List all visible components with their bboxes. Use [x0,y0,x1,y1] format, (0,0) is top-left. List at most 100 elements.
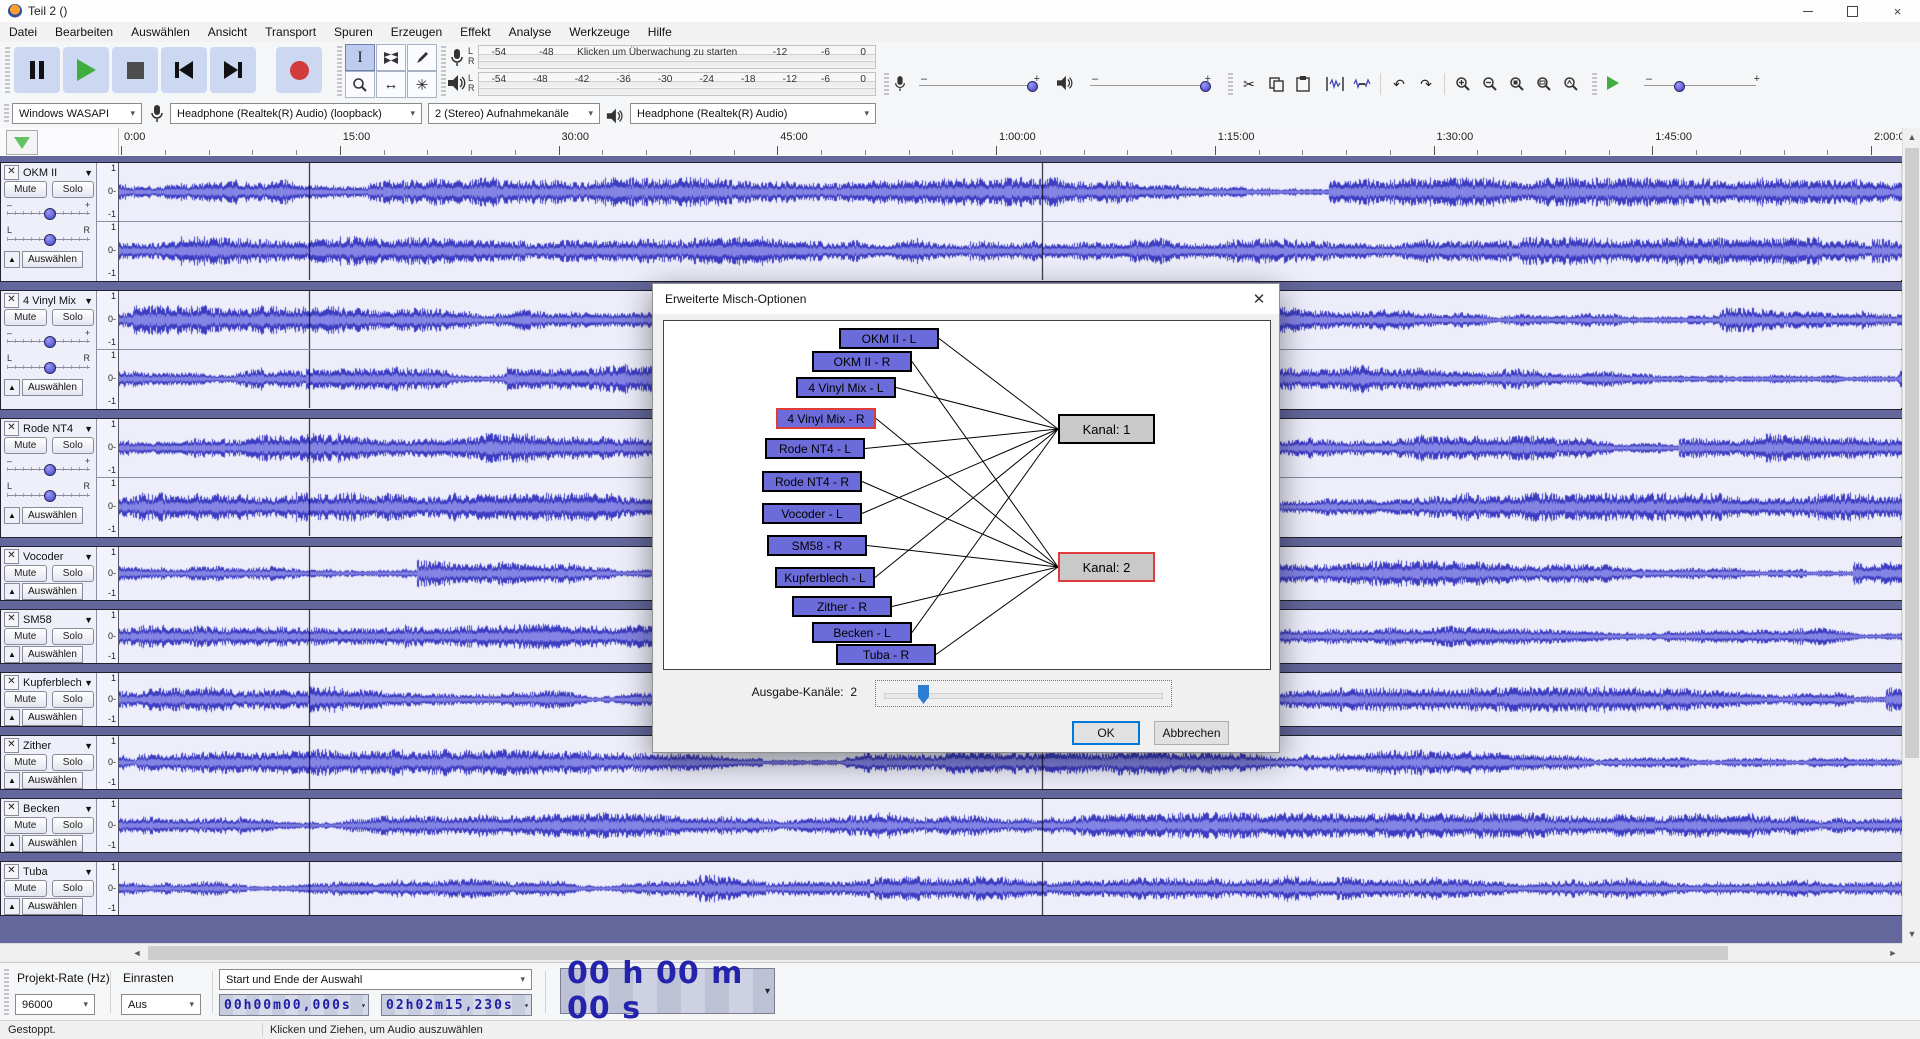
menu-item-hilfe[interactable]: Hilfe [639,23,681,41]
audio-position-display[interactable]: 00 h 00 m 00 s▾ [560,968,775,1014]
audio-host-select[interactable]: Windows WASAPI▾ [12,103,142,124]
vertical-scale-ruler[interactable]: 10--1 [97,547,119,600]
track-close-button[interactable]: ✕ [4,864,19,879]
selection-end-time[interactable]: 02h02m15,230s▾ [381,994,532,1016]
solo-button[interactable]: Solo [52,565,95,582]
collapse-button[interactable]: ▲ [4,898,20,915]
collapse-button[interactable]: ▲ [4,835,20,852]
scroll-down-arrow[interactable]: ▼ [1903,925,1920,943]
slider-thumb[interactable] [44,362,56,374]
slider-thumb[interactable] [44,464,56,476]
mix-source-rode-nt4-r[interactable]: Rode NT4 - R [762,471,862,492]
play-speed-grip[interactable] [1592,73,1597,95]
trim-audio-button[interactable] [1322,71,1348,97]
track-name-menu[interactable]: Vocoder▼ [20,551,96,563]
recording-meter[interactable]: -54-48-12-60Klicken um Überwachung zu st… [478,45,876,69]
zoom-in-button[interactable] [1450,71,1476,97]
waveform-area[interactable] [119,799,1901,852]
pan-slider[interactable]: LR [7,479,90,506]
horizontal-scroll-thumb[interactable] [148,946,1728,960]
record-button[interactable] [276,47,322,93]
collapse-button[interactable]: ▲ [4,379,20,396]
mute-button[interactable]: Mute [4,181,47,198]
device-grip[interactable] [4,104,9,124]
pan-slider[interactable]: LR [7,351,90,378]
close-button[interactable]: × [1875,0,1920,22]
scroll-right-arrow[interactable]: ► [1884,944,1902,962]
play-speed-thumb[interactable] [1674,81,1685,92]
silence-audio-button[interactable] [1349,71,1375,97]
track-close-button[interactable]: ✕ [4,738,19,753]
playback-meter[interactable]: -54-48-42-36-30-24-18-12-60 [478,72,876,96]
solo-button[interactable]: Solo [52,181,95,198]
mix-source-vocoder-l[interactable]: Vocoder - L [762,503,862,524]
project-rate-select[interactable]: 96000▾ [15,994,95,1015]
track-name-menu[interactable]: OKM II▼ [20,167,96,179]
copy-button[interactable] [1263,71,1289,97]
mix-source-rode-nt4-l[interactable]: Rode NT4 - L [765,438,865,459]
select-button[interactable]: Auswählen [22,583,83,600]
collapse-button[interactable]: ▲ [4,772,20,789]
solo-button[interactable]: Solo [52,628,95,645]
scroll-left-arrow[interactable]: ◄ [128,944,146,962]
envelope-tool-button[interactable] [376,44,406,71]
waveform-canvas[interactable] [119,799,1903,852]
select-button[interactable]: Auswählen [22,379,83,396]
vertical-scale-ruler[interactable]: 10--1 [97,736,119,789]
collapse-button[interactable]: ▲ [4,709,20,726]
skip-to-start-button[interactable] [161,47,207,93]
waveform-canvas[interactable] [119,163,1903,221]
redo-button[interactable]: ↷ [1413,71,1439,97]
gain-slider[interactable]: –+ [7,198,90,223]
mix-source-4-vinyl-mix-r[interactable]: 4 Vinyl Mix - R [776,408,876,429]
fit-selection-button[interactable] [1504,71,1530,97]
collapse-button[interactable]: ▲ [4,583,20,600]
track-name-menu[interactable]: Zither▼ [20,740,96,752]
play-at-speed-button[interactable] [1600,72,1626,94]
tools-grip[interactable] [337,46,342,96]
menu-item-datei[interactable]: Datei [0,23,46,41]
mix-output-channel-1[interactable]: Kanal: 1 [1058,414,1155,444]
selection-tool-button[interactable]: I [345,44,375,71]
solo-button[interactable]: Solo [52,309,95,326]
paste-button[interactable] [1290,71,1316,97]
slider-thumb[interactable] [44,336,56,348]
mix-source-okm-ii-l[interactable]: OKM II - L [839,328,939,349]
timeline-ruler[interactable]: 0:0015:0030:0045:001:00:001:15:001:30:00… [0,128,1920,157]
select-button[interactable]: Auswählen [22,898,83,915]
horizontal-scrollbar[interactable]: ◄ ► [0,943,1902,963]
dialog-close-button[interactable]: ✕ [1239,284,1279,314]
collapse-button[interactable]: ▲ [4,507,20,524]
vertical-scale-ruler[interactable]: 10--110--1 [97,419,119,537]
menu-item-ansicht[interactable]: Ansicht [199,23,256,41]
timeshift-tool-button[interactable]: ↔ [376,71,406,98]
waveform-canvas[interactable] [119,222,1903,280]
multi-tool-button[interactable]: ✳ [407,71,437,98]
mix-source-4-vinyl-mix-l[interactable]: 4 Vinyl Mix - L [796,377,896,398]
pinned-playhead-button[interactable] [6,130,38,155]
track-close-button[interactable]: ✕ [4,675,19,690]
snap-to-select[interactable]: Aus▾ [121,994,201,1015]
undo-button[interactable]: ↶ [1386,71,1412,97]
track-name-menu[interactable]: Rode NT4▼ [20,423,96,435]
ok-button[interactable]: OK [1072,721,1140,745]
cut-button[interactable]: ✂ [1236,71,1262,97]
track-okm-ii[interactable]: ✕OKM II▼MuteSolo–+LR▲Auswählen10--110--1 [0,162,1902,282]
vertical-scale-ruler[interactable]: 10--110--1 [97,163,119,281]
skip-to-end-button[interactable] [210,47,256,93]
track-close-button[interactable]: ✕ [4,549,19,564]
recording-channels-select[interactable]: 2 (Stereo) Aufnahmekanäle▾ [428,103,600,124]
vertical-scale-ruler[interactable]: 10--1 [97,799,119,852]
selection-start-time[interactable]: 00h00m00,000s▾ [219,994,369,1016]
track-close-button[interactable]: ✕ [4,165,19,180]
track-close-button[interactable]: ✕ [4,612,19,627]
scroll-up-arrow[interactable]: ▲ [1903,128,1920,146]
mute-button[interactable]: Mute [4,437,47,454]
menu-item-bearbeiten[interactable]: Bearbeiten [46,23,122,41]
play-button[interactable] [63,47,109,93]
recording-volume-slider[interactable]: –+ [905,72,1050,96]
mute-button[interactable]: Mute [4,817,47,834]
output-channels-slider-thumb[interactable] [918,685,929,704]
pan-slider[interactable]: LR [7,223,90,250]
mix-source-zither-r[interactable]: Zither - R [792,596,892,617]
